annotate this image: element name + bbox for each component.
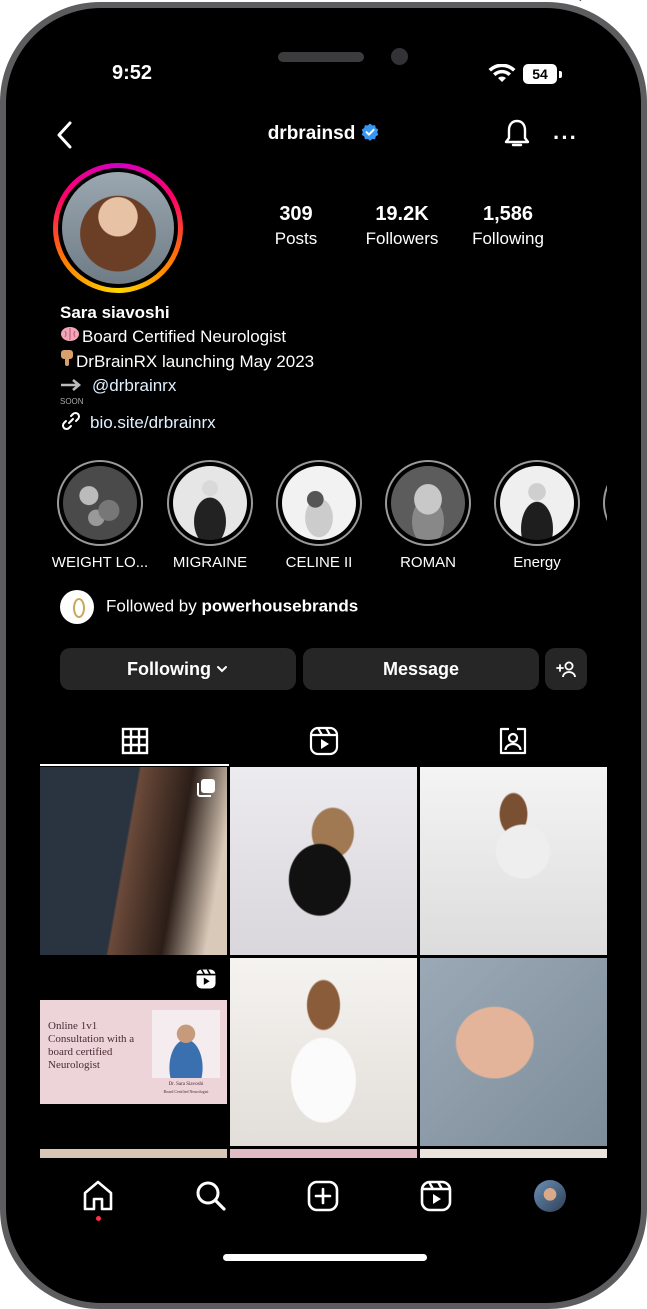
grid-post[interactable] <box>420 958 607 1146</box>
highlight-cover <box>282 466 356 540</box>
stat-followers[interactable]: 19.2K Followers <box>347 203 457 249</box>
profile-bio: Sara siavoshi Board Certified Neurologis… <box>60 301 314 406</box>
profile-avatar-tab[interactable] <box>534 1180 566 1212</box>
stat-posts[interactable]: 309 Posts <box>241 203 351 249</box>
stylus-line <box>579 0 597 2</box>
stat-following[interactable]: 1,586 Following <box>453 203 563 249</box>
reel-badge-icon <box>196 969 216 989</box>
more-options-icon[interactable]: ··· <box>553 125 578 151</box>
search-icon[interactable] <box>193 1178 229 1214</box>
carousel-icon <box>197 779 215 797</box>
message-button[interactable]: Message <box>303 648 539 690</box>
following-button[interactable]: Following <box>60 648 296 690</box>
bio-link[interactable]: bio.site/drbrainrx <box>60 410 216 433</box>
brain-emoji-icon <box>60 325 82 349</box>
highlight-label: ROMAN <box>400 554 456 571</box>
followed-by-account: powerhousebrands <box>201 596 359 616</box>
followers-count: 19.2K <box>375 203 429 225</box>
highlight-celine-ii[interactable]: CELINE II <box>264 460 374 571</box>
bio-mention[interactable]: @drbrainrx <box>92 376 176 395</box>
avatar <box>62 172 174 284</box>
following-count: 1,586 <box>482 203 534 225</box>
tab-tagged[interactable] <box>418 718 607 764</box>
grid-post-consultation[interactable]: Online 1v1 Consultation with a board cer… <box>40 958 227 1146</box>
add-user-button[interactable] <box>545 648 587 690</box>
profile-tabs <box>40 718 607 766</box>
add-person-icon <box>556 661 576 678</box>
highlight-energy[interactable]: Energy <box>482 460 592 571</box>
tab-posts-grid[interactable] <box>40 718 229 766</box>
reels-nav-icon[interactable] <box>418 1178 454 1214</box>
reels-icon <box>309 726 338 756</box>
verified-badge-icon <box>362 123 379 141</box>
phone-screen: 9:52 54 drbrainsd ··· 309 Posts 19.2K Fo… <box>40 40 607 1272</box>
highlight-cover <box>63 466 137 540</box>
grid-post[interactable] <box>230 767 417 955</box>
consultation-caption-name: Dr. Sara Siavoshi <box>168 1082 204 1087</box>
notification-dot <box>96 1216 101 1221</box>
highlight-migraine[interactable]: MIGRAINE <box>155 460 265 571</box>
follower-avatar <box>60 590 94 624</box>
posts-count: 309 <box>279 203 313 225</box>
following-label: Following <box>472 229 544 248</box>
tagged-person-icon <box>499 727 526 755</box>
highlight-cover <box>500 466 574 540</box>
highlight-more[interactable] <box>591 460 607 546</box>
followers-label: Followers <box>365 229 439 248</box>
profile-name: Sara siavoshi <box>60 303 170 322</box>
message-button-label: Message <box>382 658 460 679</box>
grid-post[interactable] <box>420 767 607 955</box>
highlight-label: WEIGHT LO... <box>51 554 149 571</box>
grid-post[interactable] <box>230 958 417 1146</box>
tab-reels[interactable] <box>229 718 418 764</box>
highlight-cover <box>173 466 247 540</box>
speaker <box>278 52 364 62</box>
consultation-title: Online 1v1 Consultation with a board cer… <box>48 1020 135 1071</box>
link-icon <box>61 411 81 431</box>
highlight-cover <box>391 466 465 540</box>
avatar-story-ring[interactable] <box>53 163 183 293</box>
bio-text-1: Board Certified Neurologist <box>82 327 287 346</box>
followed-by[interactable]: Followed by powerhousebrands <box>60 590 358 624</box>
grid-post[interactable] <box>40 767 227 955</box>
bio-line-3: SOON @drbrainrx <box>60 374 314 406</box>
wifi-icon <box>488 64 516 82</box>
bio-text-2: DrBrainRX launching May 2023 <box>76 352 315 371</box>
consultation-caption-role: Board Certified Neurologist <box>163 1089 209 1094</box>
battery-indicator: 54 <box>523 64 557 84</box>
bell-icon[interactable] <box>502 118 532 150</box>
highlight-weight-loss[interactable]: WEIGHT LO... <box>45 460 155 571</box>
home-indicator <box>223 1254 427 1261</box>
posts-label: Posts <box>274 229 318 248</box>
consultation-card: Online 1v1 Consultation with a board cer… <box>40 1000 227 1104</box>
pointing-down-emoji-icon <box>60 349 76 374</box>
highlight-roman[interactable]: ROMAN <box>373 460 483 571</box>
home-icon[interactable] <box>80 1178 116 1214</box>
highlight-label: Energy <box>513 554 561 571</box>
highlight-label: CELINE II <box>285 554 353 571</box>
status-time: 9:52 <box>112 62 153 84</box>
battery-tip <box>559 71 562 78</box>
consultation-photo <box>152 1010 220 1078</box>
grid-icon <box>121 727 148 755</box>
username-text: drbrainsd <box>267 123 356 144</box>
notch <box>163 40 485 86</box>
bio-link-text: bio.site/drbrainrx <box>90 413 216 432</box>
front-camera <box>391 48 408 65</box>
chevron-down-icon <box>216 666 227 673</box>
soon-arrow-icon: SOON <box>60 374 92 406</box>
bottom-navigation <box>40 1158 607 1272</box>
create-post-icon[interactable] <box>305 1178 341 1214</box>
following-button-label: Following <box>127 658 211 679</box>
bio-line-2: DrBrainRX launching May 2023 <box>60 349 314 374</box>
bio-line-1: Board Certified Neurologist <box>60 325 314 349</box>
followed-by-prefix: Followed by <box>106 596 197 616</box>
highlight-label: MIGRAINE <box>172 554 248 571</box>
